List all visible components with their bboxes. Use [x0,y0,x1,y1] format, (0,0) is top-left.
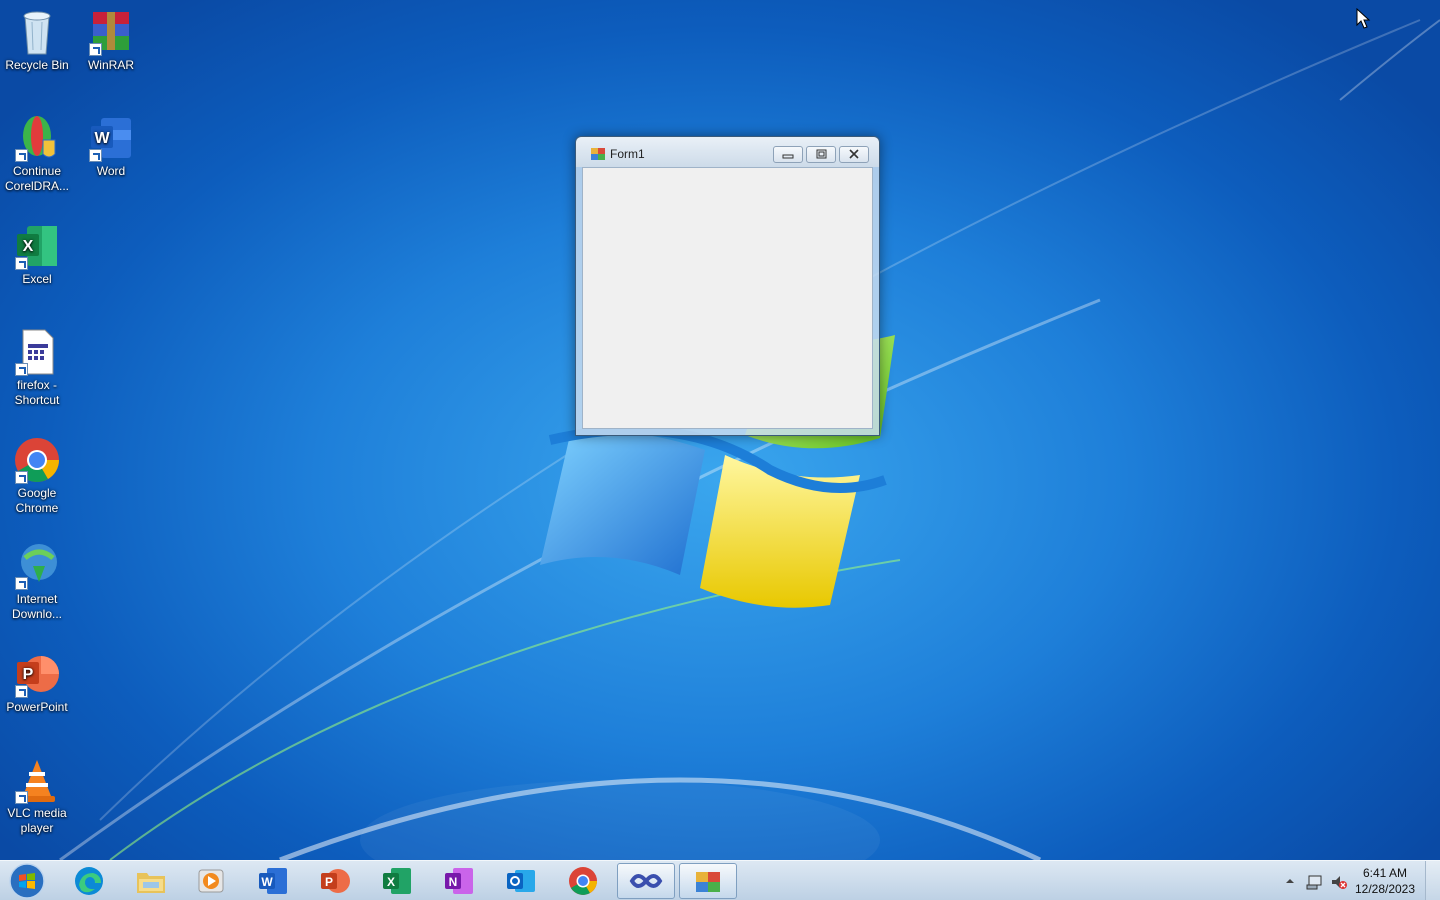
shortcut-arrow-icon [15,149,28,162]
winforms-app-icon [696,872,720,892]
desktop-icon-recycle-bin[interactable]: Recycle Bin [0,8,74,73]
desktop-icon-winrar[interactable]: WinRAR [74,8,148,73]
shortcut-arrow-icon [15,257,28,270]
svg-text:N: N [449,875,458,889]
desktop-icon-label: Word [96,164,126,178]
chevron-up-icon [1286,879,1294,883]
taskbar: W P X N 6:41 AM 12/28/2023 [0,860,1440,900]
clock-date: 12/28/2023 [1354,882,1416,896]
show-desktop-button[interactable] [1425,861,1440,900]
window-title: Form1 [610,147,645,161]
start-button[interactable] [6,862,46,900]
start-orb-icon [9,863,45,899]
desktop-icon-firefox-shortcut[interactable]: firefox - Shortcut [0,328,74,408]
powerpoint-icon: P [13,650,61,698]
edge-icon [75,867,103,895]
tray-network[interactable] [1305,873,1323,891]
visual-studio-icon [629,874,663,888]
taskbar-file-explorer[interactable] [122,863,180,899]
svg-text:P: P [325,875,333,889]
desktop-icon-label: PowerPoint [6,700,68,714]
desktop-icon-label: VLC media player [7,806,67,835]
desktop-icon-label: Continue CorelDRA... [4,164,69,193]
winforms-app-icon [591,148,605,160]
maximize-button[interactable] [806,146,836,163]
desktop-icon-excel[interactable]: X Excel [0,222,74,287]
form-client-area[interactable] [582,167,873,429]
taskbar-onenote[interactable]: N [430,863,488,899]
network-icon [1306,875,1322,890]
desktop-icon-label: Internet Downlo... [11,592,63,621]
coreldraw-icon [13,114,61,162]
internet-download-manager-icon [13,542,61,590]
volume-muted-icon [1332,876,1347,889]
onenote-icon: N [445,868,473,894]
shortcut-arrow-icon [15,471,28,484]
close-icon [849,149,859,159]
taskbar-word[interactable]: W [244,863,302,899]
mouse-cursor-icon [1356,8,1371,29]
recycle-bin-icon [13,8,61,56]
media-player-icon [198,869,224,893]
taskbar-form1-app[interactable] [679,863,737,899]
minimize-button[interactable] [773,146,803,163]
desktop-icon-label: WinRAR [87,58,134,72]
shortcut-arrow-icon [15,685,28,698]
desktop-icon-label: Google Chrome [15,486,59,515]
shortcut-arrow-icon [15,363,28,376]
desktop-icon-label: Excel [22,272,52,286]
desktop: Recycle Bin WinRAR Continue CorelDRA... [0,0,1440,900]
taskbar-outlook[interactable] [492,863,550,899]
tray-volume[interactable] [1330,873,1348,891]
chrome-icon [569,867,597,895]
outlook-icon [507,870,535,892]
window-titlebar[interactable]: Form1 [576,137,879,167]
desktop-icon-coreldraw[interactable]: Continue CorelDRA... [0,114,74,194]
svg-text:P: P [23,666,34,683]
excel-icon: X [383,868,411,894]
svg-text:X: X [23,238,34,255]
clock-time: 6:41 AM [1362,866,1408,880]
powerpoint-icon: P [321,869,350,893]
shortcut-arrow-icon [15,577,28,590]
svg-text:X: X [387,875,395,889]
taskbar-clock[interactable]: 6:41 AM 12/28/2023 [1350,865,1420,897]
svg-text:W: W [94,130,110,147]
word-icon: W [259,868,287,894]
desktop-icon-label: Recycle Bin [5,58,69,72]
taskbar-edge[interactable] [60,863,118,899]
desktop-icon-label: firefox - Shortcut [14,378,60,407]
taskbar-media-player[interactable] [182,863,240,899]
taskbar-visual-studio[interactable] [617,863,675,899]
close-button[interactable] [839,146,869,163]
chrome-icon [13,436,61,484]
form1-window[interactable]: Form1 [575,136,880,436]
desktop-icon-internet-download-manager[interactable]: Internet Downlo... [0,542,74,622]
desktop-icon-google-chrome[interactable]: Google Chrome [0,436,74,516]
vlc-icon [13,756,61,804]
excel-icon: X [13,222,61,270]
taskbar-excel[interactable]: X [368,863,426,899]
maximize-icon [816,149,827,159]
desktop-icon-vlc[interactable]: VLC media player [0,756,74,836]
desktop-icon-powerpoint[interactable]: P PowerPoint [0,650,74,715]
taskbar-chrome[interactable] [554,863,612,899]
folder-icon [137,873,165,893]
word-icon: W [87,114,135,162]
firefox-shortcut-icon [13,328,61,376]
desktop-icon-word[interactable]: W Word [74,114,148,179]
tray-overflow-button[interactable] [1283,873,1297,889]
minimize-icon [782,154,794,159]
shortcut-arrow-icon [15,791,28,804]
taskbar-powerpoint[interactable]: P [306,863,364,899]
winrar-icon [87,8,135,56]
svg-text:W: W [261,875,273,889]
shortcut-arrow-icon [89,43,102,56]
shortcut-arrow-icon [89,149,102,162]
